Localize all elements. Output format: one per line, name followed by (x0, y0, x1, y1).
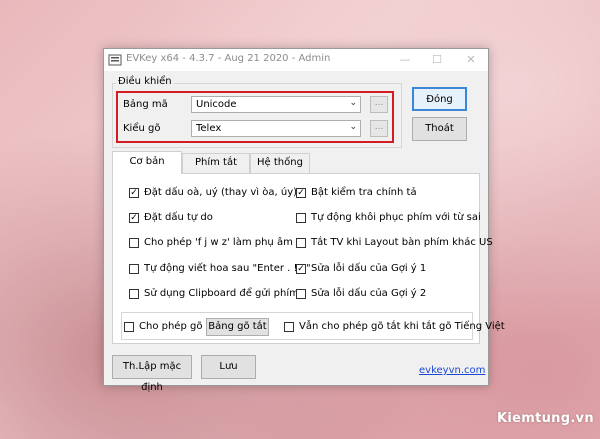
option-label: Đặt dấu oà, uý (thay vì òa, úy) (144, 187, 298, 198)
th-lap-mac-dinh-button[interactable]: Th.Lập mặc định (112, 355, 192, 393)
checkbox-icon[interactable]: ✓ (129, 213, 139, 223)
checkbox-icon[interactable] (296, 238, 306, 248)
close-icon[interactable]: ✕ (456, 49, 486, 71)
tab-phim-tat[interactable]: Phím tắt (182, 153, 250, 173)
checkbox-icon[interactable] (129, 289, 139, 299)
bang-go-tat-button[interactable]: Bảng gõ tắt (206, 318, 269, 336)
option-label: Cho phép 'f j w z' làm phụ âm (144, 237, 293, 248)
title-bar[interactable]: EVKey x64 - 4.3.7 - Aug 21 2020 - Admin … (104, 49, 488, 71)
option-label: Tự động khôi phục phím với từ sai (311, 212, 481, 223)
checkbox-icon[interactable]: ✓ (129, 188, 139, 198)
evkey-window: EVKey x64 - 4.3.7 - Aug 21 2020 - Admin … (103, 48, 505, 393)
checkbox-icon[interactable] (124, 322, 134, 332)
bang-ma-select[interactable]: Unicode ⌄ (191, 96, 361, 113)
app-icon (108, 54, 122, 66)
evkeyvn-link[interactable]: evkeyvn.com (419, 365, 485, 376)
option-label: Sửa lỗi dấu của Gợi ý 1 (311, 263, 427, 274)
option-label: Sử dụng Clipboard để gửi phím (144, 288, 299, 299)
checkbox-icon[interactable] (129, 238, 139, 248)
checkbox-icon[interactable]: ✓ (296, 188, 306, 198)
checkbox-icon[interactable]: ✓ (296, 264, 306, 274)
maximize-icon[interactable]: ☐ (422, 49, 452, 71)
thoat-button[interactable]: Thoát (412, 117, 467, 141)
option-label: Đặt dấu tự do (144, 212, 213, 223)
watermark-text: Kiemtung.vn (497, 411, 594, 426)
dong-button[interactable]: Đóng (412, 87, 467, 111)
window-title: EVKey x64 - 4.3.7 - Aug 21 2020 - Admin (126, 53, 331, 64)
bang-ma-value: Unicode (196, 99, 237, 110)
tab-panel-co-ban: ✓ Đặt dấu oà, uý (thay vì òa, úy) ✓ Đặt … (112, 173, 505, 344)
option-label: Tự động viết hoa sau "Enter . ! ?" (144, 263, 311, 274)
bang-ma-more-button[interactable]: ... (370, 96, 388, 113)
checkbox-icon[interactable] (296, 213, 306, 223)
kieu-go-more-button[interactable]: ... (370, 120, 388, 137)
checkbox-icon[interactable] (296, 289, 306, 299)
option-label: Sửa lỗi dấu của Gợi ý 2 (311, 288, 427, 299)
bang-ma-label: Bảng mã (123, 99, 168, 110)
option-label: Bật kiểm tra chính tả (311, 187, 417, 198)
chevron-down-icon: ⌄ (349, 122, 357, 132)
checkbox-icon[interactable] (129, 264, 139, 274)
option-label: Vẫn cho phép gõ tắt khi tắt gõ Tiếng Việ… (299, 321, 505, 332)
kieu-go-select[interactable]: Telex ⌄ (191, 120, 361, 137)
option-label: Tắt TV khi Layout bàn phím khác US (311, 237, 493, 248)
minimize-icon[interactable]: — (390, 49, 420, 71)
checkbox-icon[interactable] (284, 322, 294, 332)
kieu-go-value: Telex (196, 123, 222, 134)
chevron-down-icon: ⌄ (349, 98, 357, 108)
tab-he-thong[interactable]: Hệ thống (250, 153, 310, 173)
tab-co-ban[interactable]: Cơ bản (112, 151, 182, 174)
kieu-go-label: Kiểu gõ (123, 123, 161, 134)
control-group-label: Điều khiển (116, 76, 174, 87)
luu-button[interactable]: Lưu (201, 355, 256, 379)
